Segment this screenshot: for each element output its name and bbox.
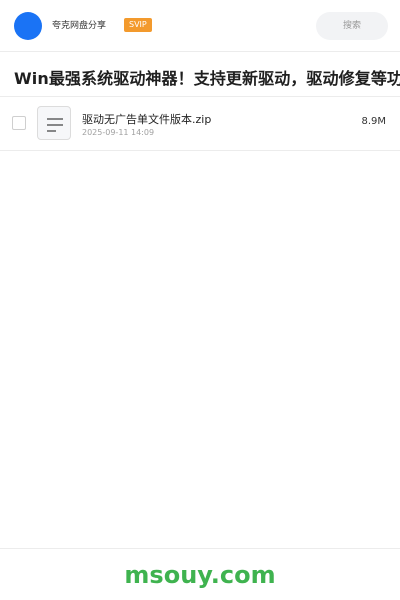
file-date: 2025-09-11 14:09 <box>82 128 155 137</box>
svip-badge: SVIP <box>124 18 152 32</box>
file-document-icon <box>37 106 71 140</box>
brand-name: 夸克网盘分享 <box>52 21 107 31</box>
site-watermark: msouy.com <box>124 561 276 589</box>
avatar[interactable] <box>14 12 42 40</box>
page-title: Win最强系统驱动神器！支持更新驱动，驱动修复等功能， <box>14 69 400 88</box>
file-size: 8.9M <box>361 116 386 127</box>
file-checkbox[interactable] <box>12 116 26 130</box>
share-title-row: Win最强系统驱动神器！支持更新驱动，驱动修复等功能， <box>0 53 400 97</box>
footer: msouy.com <box>0 548 400 600</box>
top-bar: 夸克网盘分享 SVIP 搜索 <box>0 0 400 52</box>
search-button[interactable]: 搜索 <box>316 12 388 40</box>
file-row[interactable]: 驱动无广告单文件版本.zip 2025-09-11 14:09 8.9M <box>0 97 400 151</box>
file-name[interactable]: 驱动无广告单文件版本.zip <box>82 111 211 127</box>
